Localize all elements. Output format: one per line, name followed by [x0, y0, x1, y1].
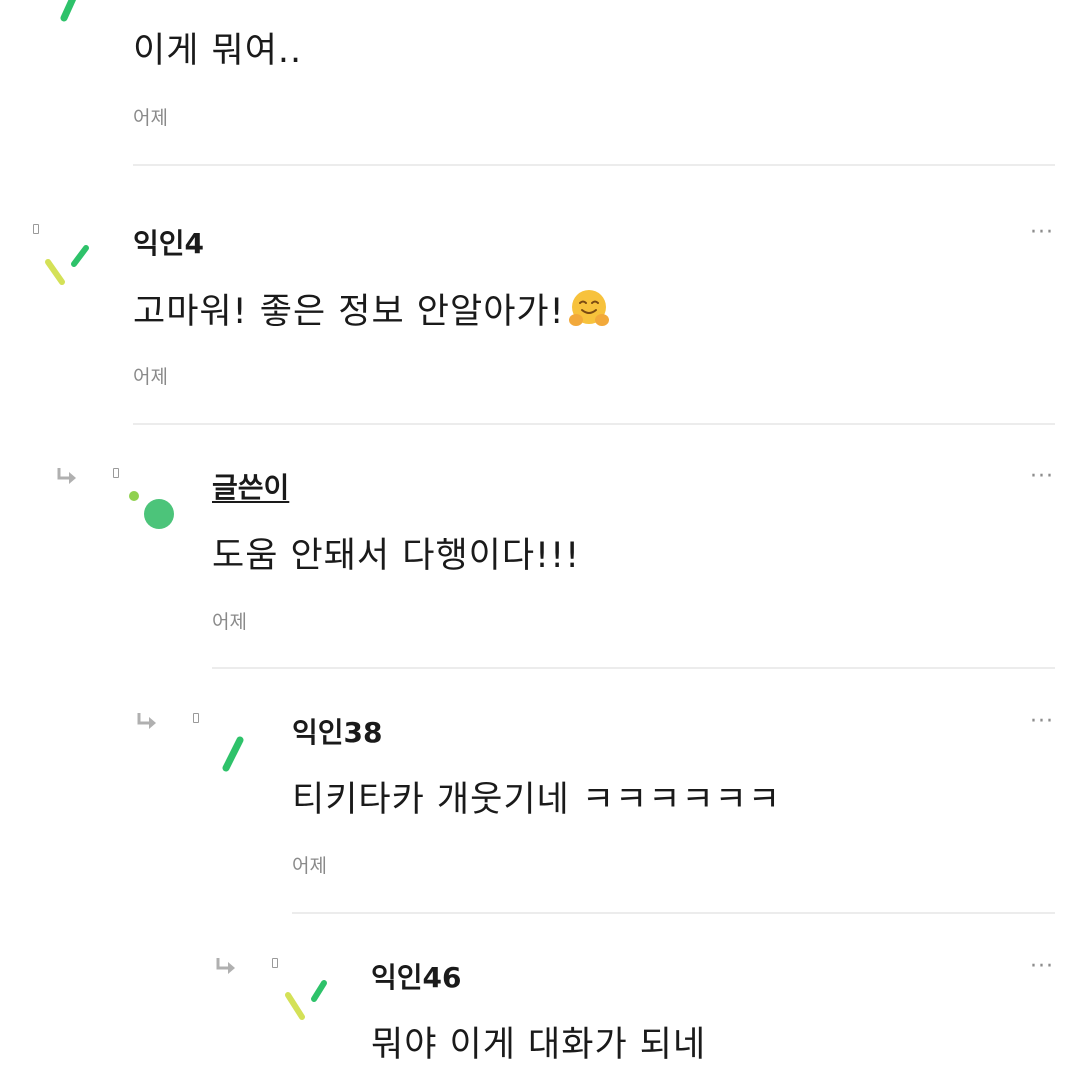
comment-text: 이게 뭐여..: [133, 31, 303, 71]
avatar-badge-icon: [193, 713, 199, 723]
reply-arrow-icon: [56, 466, 80, 492]
comment-author[interactable]: 익인4: [133, 222, 204, 262]
comment-time: 어제: [133, 366, 168, 388]
comment-author[interactable]: 익인46: [371, 956, 462, 996]
avatar[interactable]: [40, 240, 100, 290]
divider: [133, 164, 1055, 166]
avatar-icon: [60, 0, 77, 22]
comment-author[interactable]: 글쓴이: [212, 466, 289, 506]
comment-thread: 이게 뭐여.. 어제 익인4 ··· 고마워! 좋은 정보 안알아가! 어제 글…: [0, 0, 1080, 1080]
comment-time: 어제: [292, 855, 327, 877]
comment-text: 고마워! 좋은 정보 안알아가!: [133, 283, 611, 334]
avatar-badge-icon: [272, 958, 278, 968]
comment-text: 뭐야 이게 대화가 되네: [371, 1025, 707, 1065]
divider: [212, 667, 1055, 669]
avatar-icon: [222, 736, 244, 772]
divider: [133, 423, 1055, 425]
avatar[interactable]: [210, 728, 270, 778]
avatar-icon: [285, 980, 327, 1020]
reply-arrow-icon: [136, 711, 160, 737]
comment-time: 어제: [212, 611, 247, 633]
avatar-icon: [45, 245, 89, 285]
avatar-icon: [129, 491, 174, 529]
avatar-badge-icon: [113, 468, 119, 478]
more-options-icon[interactable]: ···: [1030, 956, 1054, 978]
comment-text: 도움 안돼서 다행이다!!!: [212, 536, 581, 576]
comment-time: 어제: [133, 107, 168, 129]
comment-author[interactable]: 익인38: [292, 711, 383, 751]
more-options-icon[interactable]: ···: [1030, 222, 1054, 244]
avatar[interactable]: [120, 480, 180, 530]
hugging-face-emoji: [568, 290, 609, 326]
divider: [292, 912, 1055, 914]
comment-text-content: 고마워! 좋은 정보 안알아가!: [133, 292, 565, 332]
avatar[interactable]: [280, 973, 340, 1023]
reply-arrow-icon: [215, 956, 239, 982]
avatar-badge-icon: [33, 224, 39, 234]
more-options-icon[interactable]: ···: [1030, 711, 1054, 733]
avatar[interactable]: [50, 0, 110, 36]
more-options-icon[interactable]: ···: [1030, 466, 1054, 488]
comment-text: 티키타카 개웃기네 ㅋㅋㅋㅋㅋㅋ: [292, 780, 782, 820]
